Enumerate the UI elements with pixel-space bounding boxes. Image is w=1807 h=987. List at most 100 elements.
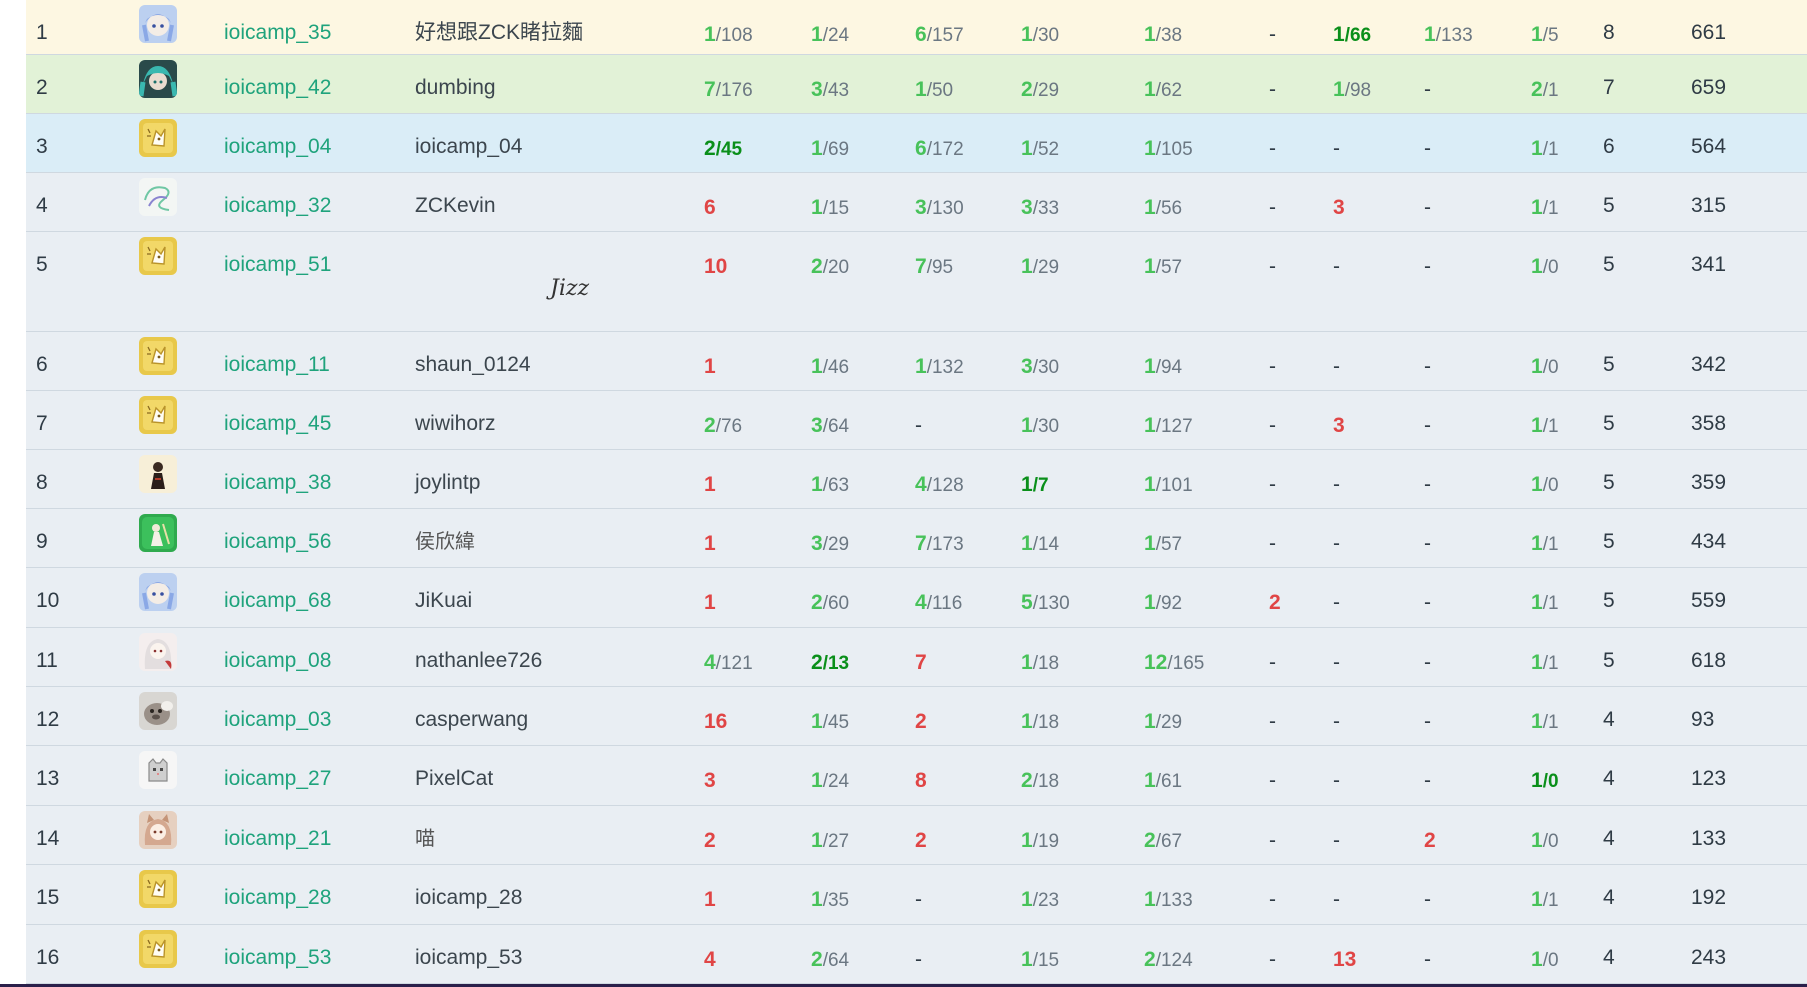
solve-time: /46 [822,357,850,378]
problem-cell: 2/76 [704,415,742,436]
team-link[interactable]: ioicamp_32 [224,195,331,216]
attempt-count: 1 [1144,255,1156,278]
team-link[interactable]: ioicamp_03 [224,709,331,730]
problem-cell: 2/60 [811,592,849,613]
solve-time: /43 [822,80,850,101]
team-link[interactable]: ioicamp_42 [224,77,331,98]
problem-cell: 1/94 [1144,356,1182,377]
solve-time: /133 [1155,890,1193,911]
problem-cell: 2/45 [704,138,742,159]
attempt-count: - [1269,651,1276,674]
problem-cell: - [1424,592,1431,613]
miku-teal-avatar [139,60,177,98]
solve-time: /35 [822,890,850,911]
problem-cell: 1/30 [1021,24,1059,45]
solve-time: /14 [1032,534,1060,555]
scoreboard-row: 7 ioicamp_45 wiwihorz 2/76 3/64-1/30 1/127-3-… [26,391,1807,450]
problem-cell: - [1424,415,1431,436]
penalty-time: 315 [1691,194,1727,217]
attempt-count: - [1333,651,1340,674]
team-nickname: shaun_0124 [415,353,531,376]
problem-cell: - [1424,197,1431,218]
solved-count: 5 [1603,353,1615,376]
solved-count: 7 [1603,76,1615,99]
solved-count: 8 [1603,21,1615,44]
team-link[interactable]: ioicamp_56 [224,531,331,552]
problem-cell: 1/24 [811,770,849,791]
attempt-count: 1 [704,23,716,46]
rank-cell: 10 [36,589,60,612]
solve-time: /67 [1155,831,1183,852]
attempt-count: - [1333,473,1340,496]
team-link[interactable]: ioicamp_53 [224,947,331,968]
team-link[interactable]: ioicamp_38 [224,472,331,493]
team-link[interactable]: ioicamp_11 [224,354,330,375]
solve-time: /19 [1032,831,1060,852]
attempt-count: 1 [704,355,716,378]
attempt-count: - [1424,255,1431,278]
solved-count: 4 [1603,886,1615,909]
problem-cell: 1/5 [1531,24,1559,45]
problem-cell: 1/18 [1021,711,1059,732]
problem-cell: 2 [1269,592,1281,613]
team-link[interactable]: ioicamp_68 [224,590,331,611]
solve-time: /108 [715,25,753,46]
team-link[interactable]: ioicamp_35 [224,22,331,43]
penalty-time: 93 [1691,708,1715,731]
team-link[interactable]: ioicamp_27 [224,768,331,789]
solve-time: /30 [1032,357,1060,378]
attempt-count: 2 [704,829,716,852]
team-link[interactable]: ioicamp_45 [224,413,331,434]
problem-cell: 1/1 [1531,415,1559,436]
penalty-time: 434 [1691,530,1727,553]
problem-cell: 7 [915,652,927,673]
team-link[interactable]: ioicamp_21 [224,828,331,849]
solve-time: /1 [1542,653,1559,674]
problem-cell: 2 [704,830,716,851]
problem-cell: 1/133 [1144,889,1193,910]
solve-time: /92 [1155,593,1183,614]
attempt-count: - [1424,710,1431,733]
problem-cell: 1/108 [704,24,753,45]
solved-count: 4 [1603,708,1615,731]
attempt-count: - [1333,829,1340,852]
team-link[interactable]: ioicamp_51 [224,254,331,275]
attempt-count: 1 [915,355,927,378]
problem-cell: 3/130 [915,197,964,218]
attempt-count: 1 [1021,473,1033,496]
penalty-time: 123 [1691,767,1727,790]
solve-time: /69 [822,139,850,160]
attempt-count: 1 [811,829,823,852]
solve-time: /130 [926,198,964,219]
attempt-count: - [1269,888,1276,911]
problem-cell: 1/0 [1531,949,1559,970]
attempt-count: 2 [811,948,823,971]
attempt-count: 7 [915,255,927,278]
solve-time: /24 [822,25,850,46]
team-link[interactable]: ioicamp_08 [224,650,331,671]
default-kitten-avatar [139,930,177,968]
solve-time: /127 [1155,416,1193,437]
attempt-count: 1 [1144,710,1156,733]
solve-time: /62 [1155,80,1183,101]
attempt-count: - [1269,255,1276,278]
attempt-count: 3 [915,196,927,219]
problem-cell: 1/30 [1021,415,1059,436]
problem-cell: 7/95 [915,256,953,277]
team-link[interactable]: ioicamp_04 [224,136,331,157]
team-nickname: 侯欣緯 [415,529,475,553]
team-link[interactable]: ioicamp_28 [224,887,331,908]
attempt-count: - [1424,888,1431,911]
attempt-count: 13 [1333,948,1357,971]
solve-time: /5 [1542,25,1559,46]
attempt-count: 1 [1021,651,1033,674]
rank-cell: 2 [36,76,48,99]
scoreboard-row: 8 ioicamp_38 joylintp 1 1/63 4/128 1/7 1/101- - -… [26,450,1807,509]
solved-count: 5 [1603,253,1615,276]
seal-photo-avatar [139,692,177,730]
solve-time: /23 [1032,890,1060,911]
attempt-count: 1 [811,23,823,46]
attempt-count: 2 [915,829,927,852]
attempt-count: 2 [704,414,716,437]
problem-cell: 4/121 [704,652,753,673]
